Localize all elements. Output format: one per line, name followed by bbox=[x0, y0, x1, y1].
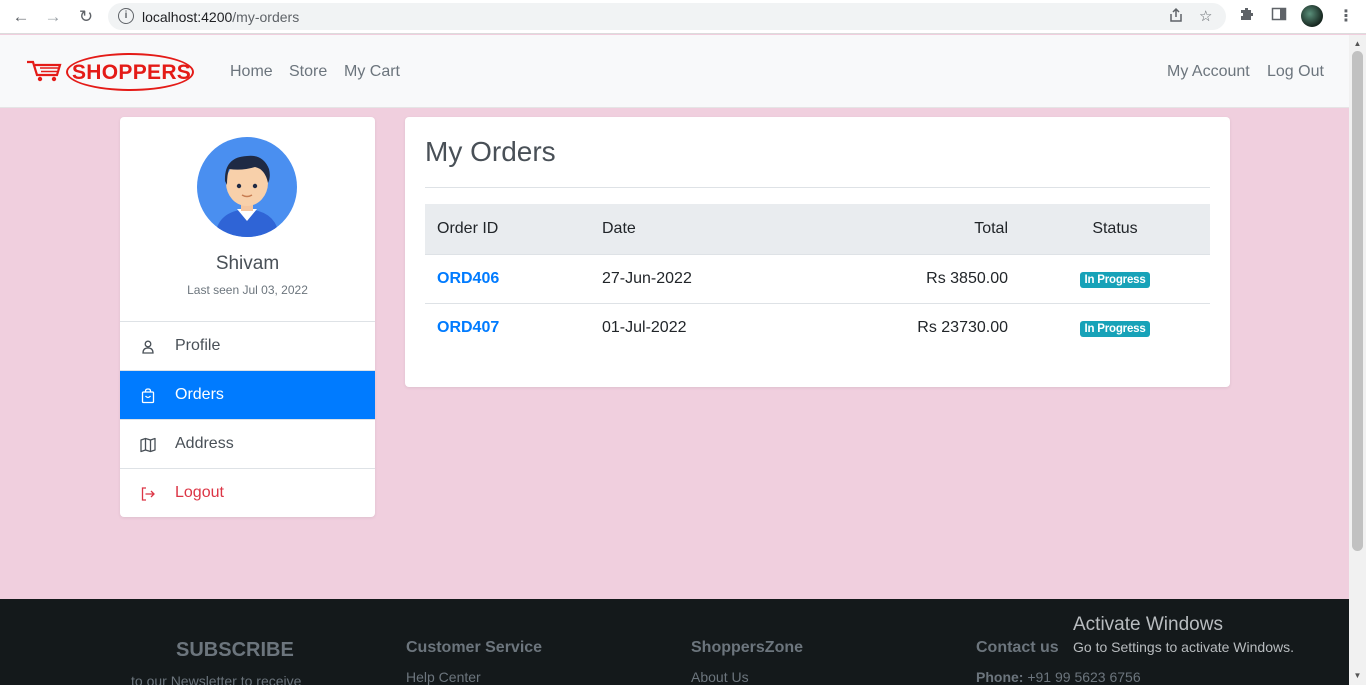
sidebar-item-orders[interactable]: Orders bbox=[120, 371, 375, 420]
address-bar[interactable]: i localhost:4200/my-orders ☆ bbox=[108, 3, 1226, 30]
person-icon bbox=[142, 340, 154, 354]
user-name: Shivam bbox=[215, 253, 280, 274]
kebab-menu-icon[interactable]: ⋮ bbox=[1338, 6, 1354, 26]
side-panel-icon[interactable] bbox=[1271, 6, 1287, 27]
page-title: My Orders bbox=[425, 136, 556, 167]
subscribe-text: to our Newsletter to receive bbox=[131, 673, 302, 685]
bag-icon bbox=[141, 388, 155, 404]
back-arrow-icon[interactable]: ← bbox=[10, 6, 32, 28]
order-total: Rs 3850.00 bbox=[755, 254, 1020, 304]
nav-logout-link[interactable]: Log Out bbox=[1267, 63, 1324, 81]
help-center-link[interactable]: Help Center bbox=[406, 669, 542, 685]
column-header-date: Date bbox=[590, 204, 755, 255]
sidebar-item-profile[interactable]: Profile bbox=[120, 322, 375, 371]
divider bbox=[425, 187, 1210, 188]
vertical-scrollbar[interactable]: ▲ ▼ bbox=[1349, 35, 1366, 685]
status-badge: In Progress bbox=[1080, 271, 1150, 288]
cart-logo-icon bbox=[27, 60, 62, 82]
nav-my-cart-link[interactable]: My Cart bbox=[344, 63, 400, 81]
scrollbar-thumb[interactable] bbox=[1352, 51, 1363, 551]
forward-arrow-icon[interactable]: → bbox=[42, 6, 64, 28]
sidebar-item-label: Profile bbox=[175, 337, 221, 354]
bookmark-star-icon[interactable]: ☆ bbox=[1199, 7, 1212, 25]
orders-table: Order ID Date Total Status ORD406 27-Jun… bbox=[425, 204, 1210, 352]
sidebar-item-logout[interactable]: Logout bbox=[120, 469, 375, 517]
status-badge: In Progress bbox=[1080, 320, 1150, 337]
table-row: ORD407 01-Jul-2022 Rs 23730.00 In Progre… bbox=[425, 303, 1210, 352]
brand-name: SHOPPERS bbox=[72, 61, 192, 84]
logout-icon bbox=[141, 487, 155, 501]
watermark-title: Activate Windows bbox=[1073, 614, 1223, 635]
share-icon[interactable] bbox=[1168, 7, 1184, 27]
scroll-up-arrow-icon[interactable]: ▲ bbox=[1349, 37, 1366, 51]
sidebar-item-label: Address bbox=[175, 435, 234, 452]
order-date: 27-Jun-2022 bbox=[590, 254, 755, 304]
customer-service-heading: Customer Service bbox=[406, 639, 543, 656]
table-row: ORD406 27-Jun-2022 Rs 3850.00 In Progres… bbox=[425, 254, 1210, 304]
nav-my-account-link[interactable]: My Account bbox=[1167, 63, 1250, 81]
profile-avatar-icon[interactable] bbox=[1301, 5, 1323, 27]
sidebar-item-label: Orders bbox=[175, 386, 224, 403]
nav-home-link[interactable]: Home bbox=[230, 63, 273, 81]
url-text: localhost:4200/my-orders bbox=[142, 9, 300, 25]
subscribe-heading: SUBSCRIBE bbox=[176, 639, 294, 661]
orders-card: My Orders Order ID Date Total Status ORD… bbox=[405, 117, 1230, 387]
table-header-row: Order ID Date Total Status bbox=[425, 204, 1210, 255]
order-date: 01-Jul-2022 bbox=[602, 318, 687, 336]
site-info-icon[interactable]: i bbox=[118, 8, 134, 24]
profile-sidebar: Shivam Last seen Jul 03, 2022 Profile Or… bbox=[120, 117, 375, 517]
column-header-status: Status bbox=[1020, 204, 1210, 255]
map-icon bbox=[140, 437, 156, 453]
sidebar-item-address[interactable]: Address bbox=[120, 420, 375, 469]
scroll-down-arrow-icon[interactable]: ▼ bbox=[1349, 669, 1366, 683]
column-header-total: Total bbox=[755, 204, 1020, 255]
last-seen-text: Last seen Jul 03, 2022 bbox=[187, 283, 308, 297]
browser-toolbar: ← → ↻ i localhost:4200/my-orders ☆ ⋮ bbox=[0, 0, 1366, 34]
phone-label: Phone: bbox=[976, 669, 1024, 685]
nav-store-link[interactable]: Store bbox=[289, 63, 327, 81]
watermark-subtitle: Go to Settings to activate Windows. bbox=[1073, 639, 1294, 655]
order-id-link[interactable]: ORD406 bbox=[437, 270, 499, 287]
sidebar-item-label: Logout bbox=[175, 484, 224, 501]
top-navbar: SHOPPERS Home Store My Cart My Account L… bbox=[0, 35, 1349, 108]
contact-phone: Phone: +91 99 5623 6756 bbox=[976, 669, 1141, 685]
activate-windows-watermark: Activate Windows Go to Settings to activ… bbox=[1073, 614, 1294, 655]
reload-icon[interactable]: ↻ bbox=[75, 6, 97, 28]
order-id-link[interactable]: ORD407 bbox=[437, 319, 499, 336]
sidebar-menu: Profile Orders Address Logout bbox=[120, 321, 375, 517]
phone-value: +91 99 5623 6756 bbox=[1027, 669, 1141, 685]
extensions-icon[interactable] bbox=[1239, 6, 1255, 27]
user-avatar-icon bbox=[215, 155, 279, 237]
column-header-order-id: Order ID bbox=[425, 204, 590, 255]
order-total: Rs 23730.00 bbox=[917, 318, 1008, 336]
user-avatar bbox=[197, 137, 297, 237]
shoppers-zone-heading: ShoppersZone bbox=[691, 639, 804, 656]
shoppers-logo[interactable]: SHOPPERS bbox=[26, 53, 196, 91]
about-us-link[interactable]: About Us bbox=[691, 669, 803, 685]
